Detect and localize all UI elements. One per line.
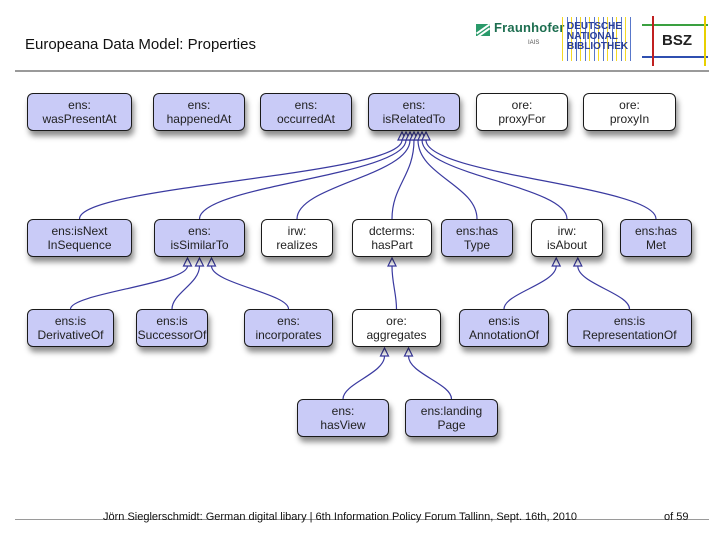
arrowhead-icon (206, 256, 217, 267)
node-isSimilarTo: ens: isSimilarTo (154, 219, 245, 257)
node-name: AnnotationOf (468, 328, 540, 342)
arrowhead-icon (387, 256, 397, 267)
node-isNextInSequence: ens:isNext InSequence (27, 219, 132, 257)
node-name: hasPart (371, 238, 413, 252)
node-name: SuccessorOf (137, 328, 207, 342)
node-hasType: ens:has Type (441, 219, 513, 257)
node-occurredAt: ens: occurredAt (260, 93, 352, 131)
node-prefix: ens:is (54, 314, 87, 328)
node-incorporates: ens: incorporates (244, 309, 333, 347)
node-prefix: ore: (511, 98, 533, 112)
node-isAbout: irw: isAbout (531, 219, 603, 257)
node-isDerivativeOf: ens:is DerivativeOf (27, 309, 114, 347)
node-prefix: ens:is (156, 314, 188, 328)
edge-isAnnotationOf-to-isAbout (503, 265, 557, 310)
node-prefix: ens: (402, 98, 426, 112)
arrowhead-icon (182, 256, 193, 267)
node-prefix: ens:is (488, 314, 520, 328)
edge-isNextInSequence-to-isRelatedTo (78, 139, 403, 220)
edge-incorporates-to-isSimilarTo (210, 265, 290, 310)
node-prefix: ens: (331, 404, 355, 418)
node-prefix: ens:isNext (51, 224, 108, 238)
node-prefix: ens: (187, 98, 211, 112)
node-prefix: ens:has (634, 224, 678, 238)
node-name: proxyIn (609, 112, 650, 126)
edge-hasType-to-isRelatedTo (417, 139, 478, 220)
node-wasPresentAt: ens: wasPresentAt (27, 93, 132, 131)
node-hasPart: dcterms: hasPart (352, 219, 432, 257)
node-realizes: irw: realizes (261, 219, 333, 257)
node-prefix: ore: (386, 314, 407, 328)
node-prefix: dcterms: (368, 224, 415, 238)
node-hasView: ens: hasView (297, 399, 389, 437)
page-number: of 59 (664, 511, 689, 523)
node-name: proxyFor (498, 112, 546, 126)
node-prefix: ens: (277, 314, 300, 328)
node-prefix: irw: (557, 224, 577, 238)
node-isRepresentationOf: ens:is RepresentationOf (567, 309, 692, 347)
arrowhead-icon (551, 256, 562, 267)
edge-hasView-to-aggregates (342, 355, 386, 400)
node-name: occurredAt (276, 112, 336, 126)
node-name: InSequence (47, 238, 112, 252)
node-prefix: ens:landing (420, 404, 483, 418)
node-isRelatedTo: ens: isRelatedTo (368, 93, 460, 131)
node-name: RepresentationOf (582, 328, 677, 342)
edge-isDerivativeOf-to-isSimilarTo (69, 265, 189, 310)
edge-isRepresentationOf-to-isAbout (577, 265, 631, 310)
arrowhead-icon (572, 256, 583, 267)
property-hierarchy-diagram: ens: wasPresentAt ens: happenedAt ens: occurr… (0, 0, 720, 540)
node-proxyFor: ore: proxyFor (476, 93, 568, 131)
node-prefix: ore: (619, 98, 640, 112)
node-name: happenedAt (166, 112, 232, 126)
edge-landingPage-to-aggregates (407, 355, 453, 400)
footer-text: Jörn Sieglerschmidt: German digital liba… (103, 511, 578, 523)
node-happenedAt: ens: happenedAt (153, 93, 245, 131)
node-name: DerivativeOf (37, 328, 104, 342)
node-name: Type (463, 238, 490, 252)
node-isSuccessorOf: ens:is SuccessorOf (136, 309, 208, 347)
node-name: realizes (276, 238, 318, 252)
node-name: aggregates (366, 328, 427, 342)
node-name: isRelatedTo (382, 112, 446, 126)
edges-layer (69, 130, 657, 400)
node-name: hasView (320, 418, 366, 432)
edge-hasMet-to-isRelatedTo (425, 139, 657, 220)
edge-aggregates-to-hasPart (391, 265, 398, 310)
node-prefix: ens: (188, 224, 211, 238)
node-isAnnotationOf: ens:is AnnotationOf (459, 309, 549, 347)
node-aggregates: ore: aggregates (352, 309, 441, 347)
node-prefix: ens: (294, 98, 318, 112)
node-prefix: irw: (287, 224, 307, 238)
edge-hasPart-to-isRelatedTo (391, 139, 415, 220)
node-name: Page (437, 418, 466, 432)
arrowhead-icon (194, 256, 205, 267)
node-landingPage: ens:landing Page (405, 399, 498, 437)
node-name: isSimilarTo (170, 238, 229, 252)
node-prefix: ens:has (455, 224, 499, 238)
node-prefix: ens: (68, 98, 91, 112)
node-name: incorporates (255, 328, 322, 342)
edge-isSuccessorOf-to-isSimilarTo (171, 265, 201, 310)
node-name: wasPresentAt (42, 112, 117, 126)
node-name: Met (645, 238, 666, 252)
node-hasMet: ens:has Met (620, 219, 692, 257)
node-proxyIn: ore: proxyIn (583, 93, 676, 131)
node-prefix: ens:is (613, 314, 646, 328)
arrowhead-icon (379, 346, 390, 357)
edge-isAbout-to-isRelatedTo (421, 139, 568, 220)
node-name: isAbout (546, 238, 588, 252)
arrowhead-icon (403, 346, 414, 357)
